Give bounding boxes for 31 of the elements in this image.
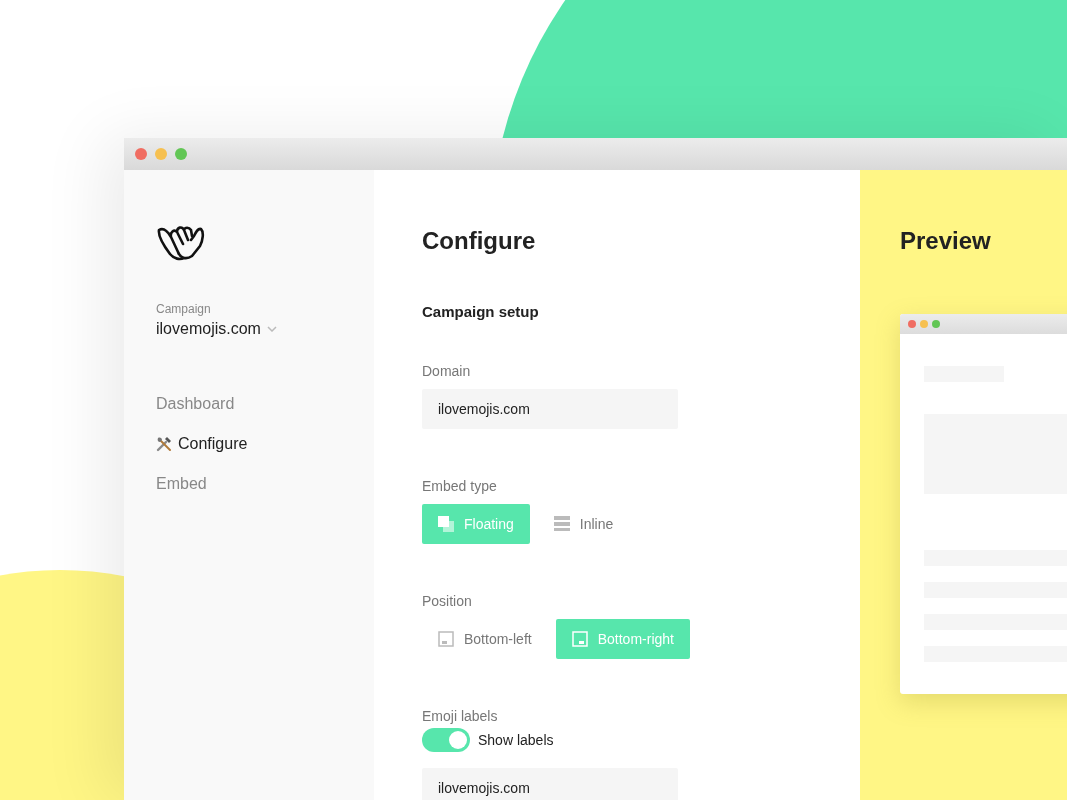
campaign-dropdown[interactable]: ilovemojis.com xyxy=(156,320,277,338)
stacked-squares-icon xyxy=(438,516,454,532)
preview-title: Preview xyxy=(900,226,991,256)
campaign-label: Campaign xyxy=(156,302,212,316)
section-title: Campaign setup xyxy=(422,302,539,322)
nav-item[interactable]: Configure xyxy=(156,432,248,455)
field-label: Embed type xyxy=(422,477,497,495)
corner-square-icon xyxy=(438,631,454,647)
hand-icon xyxy=(156,224,206,262)
toggle-switch[interactable] xyxy=(422,728,470,752)
corner-square-icon xyxy=(571,631,588,647)
option-button[interactable]: Bottom-left xyxy=(422,619,548,659)
nav-item[interactable]: Dashboard xyxy=(156,392,235,415)
toggle-label: Show labels xyxy=(478,732,554,748)
input-field[interactable]: ilovemojis.com xyxy=(422,389,678,429)
field-label: Emoji labels xyxy=(422,707,498,725)
option-button[interactable]: Inline xyxy=(537,504,630,544)
nav-item[interactable]: Embed xyxy=(156,472,207,495)
minimize-dot[interactable] xyxy=(155,148,167,160)
field-label: Position xyxy=(422,592,472,610)
tools-icon xyxy=(156,435,172,452)
chevron-down-icon xyxy=(266,326,277,332)
page-title: Configure xyxy=(422,226,536,256)
lines-icon xyxy=(553,516,570,532)
close-dot[interactable] xyxy=(135,148,147,160)
field-label: Domain xyxy=(422,362,471,380)
zoom-dot[interactable] xyxy=(175,148,187,160)
zoom-dot[interactable] xyxy=(932,320,940,328)
close-dot[interactable] xyxy=(908,320,916,328)
input-field[interactable]: ilovemojis.com xyxy=(422,768,678,800)
minimize-dot[interactable] xyxy=(920,320,928,328)
